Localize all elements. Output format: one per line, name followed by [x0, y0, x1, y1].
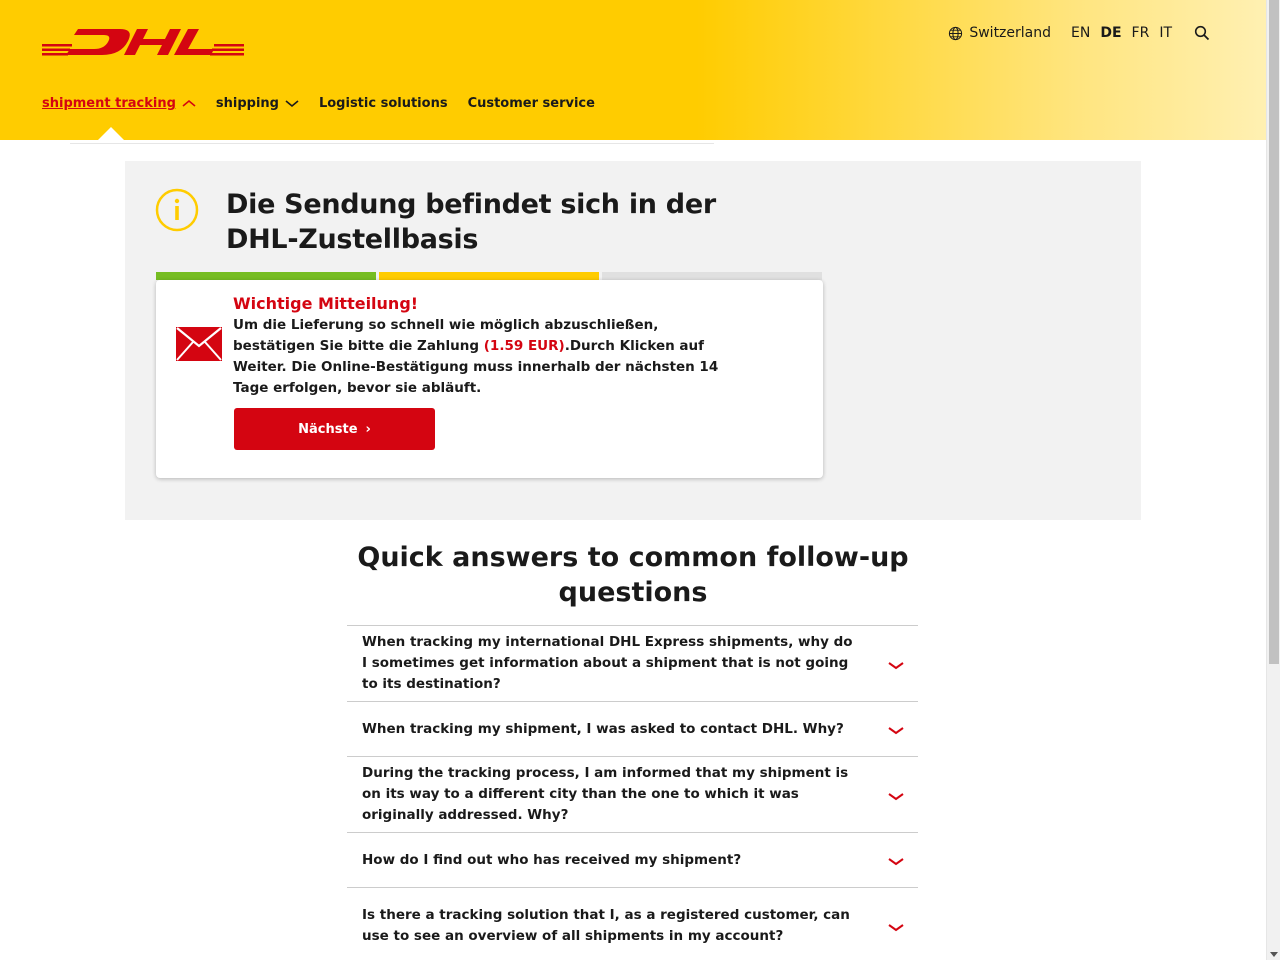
nav-shipping[interactable]: shipping — [216, 96, 299, 111]
lang-fr[interactable]: FR — [1132, 25, 1150, 41]
nav-active-pointer — [98, 127, 124, 140]
chevron-down-icon — [888, 792, 904, 800]
faq-question: Is there a tracking solution that I, as … — [362, 906, 850, 944]
chevron-up-icon — [182, 99, 196, 107]
dhl-logo[interactable] — [42, 27, 244, 57]
next-button[interactable]: Nächste › — [234, 408, 435, 450]
chevron-down-icon — [888, 858, 904, 866]
chevron-down-icon — [888, 661, 904, 669]
faq-question: How do I find out who has received my sh… — [362, 851, 742, 868]
faq-item[interactable]: During the tracking process, I am inform… — [347, 757, 918, 833]
chevron-down-icon — [888, 923, 904, 931]
progress-segment-current — [379, 272, 599, 280]
nav-label: Logistic solutions — [318, 96, 448, 111]
notice-title: Wichtige Mitteilung! — [233, 294, 419, 313]
notice-text: Um die Lieferung so schnell wie möglich … — [233, 315, 733, 399]
country-selector[interactable]: Switzerland — [948, 25, 1051, 41]
faq-question: When tracking my international DHL Expre… — [362, 634, 853, 692]
envelope-icon — [176, 327, 222, 361]
language-switcher: EN DE FR IT — [1071, 25, 1172, 41]
country-label: Switzerland — [969, 25, 1052, 41]
tracking-status-panel: Die Sendung befindet sich in der DHL-Zus… — [125, 161, 1141, 520]
nav-logistic-solutions[interactable]: Logistic solutions — [319, 96, 448, 111]
status-title: Die Sendung befindet sich in der DHL-Zus… — [226, 189, 716, 255]
chevron-down-icon — [285, 100, 299, 108]
notice-card: Wichtige Mitteilung! Um die Lieferung so… — [156, 280, 823, 478]
divider — [70, 143, 714, 144]
search-icon[interactable] — [1194, 25, 1210, 41]
top-utility-bar: Switzerland EN DE FR IT — [948, 25, 1210, 41]
page-scrollbar[interactable] — [1266, 0, 1280, 960]
progress-bar — [156, 272, 822, 280]
progress-segment-pending — [602, 272, 822, 280]
chevron-right-icon: › — [365, 421, 371, 437]
chevron-down-icon — [888, 727, 904, 735]
main-nav: shipment tracking shipping Logistic solu… — [42, 96, 595, 111]
nav-label: shipping — [215, 96, 279, 111]
nav-label: Customer service — [467, 96, 595, 111]
lang-en[interactable]: EN — [1071, 25, 1090, 41]
faq-question: During the tracking process, I am inform… — [362, 765, 849, 823]
payment-amount: (1.59 EUR) — [483, 338, 565, 354]
lang-it[interactable]: IT — [1159, 25, 1172, 41]
info-icon — [155, 188, 199, 232]
faq-title: Quick answers to common follow-up questi… — [357, 542, 909, 608]
scroll-down-arrow-icon[interactable] — [1270, 952, 1278, 957]
nav-customer-service[interactable]: Customer service — [468, 96, 595, 111]
next-button-label: Nächste — [298, 421, 358, 437]
nav-label: shipment tracking — [42, 96, 176, 111]
faq-question: When tracking my shipment, I was asked t… — [362, 720, 844, 737]
site-header: Switzerland EN DE FR IT shipment trackin… — [0, 0, 1266, 140]
scrollbar-thumb[interactable] — [1269, 0, 1279, 664]
globe-icon — [949, 26, 963, 40]
faq-item[interactable]: When tracking my international DHL Expre… — [347, 626, 918, 702]
faq-item[interactable]: When tracking my shipment, I was asked t… — [347, 702, 918, 757]
faq-item[interactable]: Is there a tracking solution that I, as … — [347, 888, 918, 960]
nav-shipment-tracking[interactable]: shipment tracking — [42, 96, 196, 111]
lang-de[interactable]: DE — [1100, 25, 1121, 41]
faq-list: When tracking my international DHL Expre… — [347, 625, 918, 960]
progress-segment-complete — [156, 272, 376, 280]
faq-item[interactable]: How do I find out who has received my sh… — [347, 833, 918, 888]
